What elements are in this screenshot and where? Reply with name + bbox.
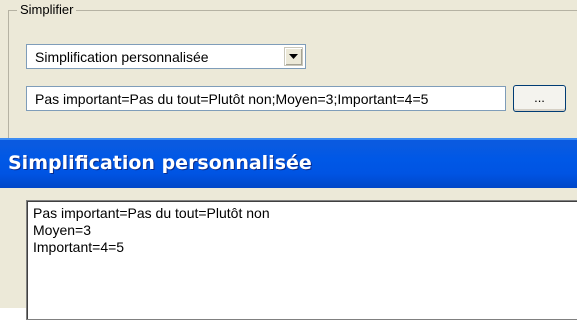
edit-button[interactable]: ... [513, 85, 566, 112]
textarea-line: Moyen=3 [33, 222, 91, 238]
chevron-down-icon [289, 54, 298, 59]
group-legend: Simplifier [17, 3, 77, 17]
dialog-body: Pas important=Pas du tout=Plutôt non Moy… [0, 188, 577, 320]
dropdown-button[interactable] [284, 47, 303, 66]
dialog-title: Simplification personnalisée [8, 152, 312, 174]
simplification-input[interactable]: Pas important=Pas du tout=Plutôt non;Moy… [26, 86, 506, 111]
select-value: Simplification personnalisée [35, 49, 209, 65]
dialog-titlebar[interactable]: Simplification personnalisée [0, 138, 577, 188]
input-value: Pas important=Pas du tout=Plutôt non;Moy… [35, 91, 429, 107]
simplifier-groupbox [8, 10, 577, 150]
textarea-line: Important=4=5 [33, 239, 125, 255]
edit-button-label: ... [534, 90, 545, 105]
simplification-select[interactable]: Simplification personnalisée [26, 44, 306, 69]
textarea-content: Pas important=Pas du tout=Plutôt non Moy… [33, 205, 270, 256]
textarea-line: Pas important=Pas du tout=Plutôt non [33, 205, 270, 221]
settings-panel: Simplifier Simplification personnalisée … [0, 0, 577, 150]
simplification-textarea[interactable]: Pas important=Pas du tout=Plutôt non Moy… [26, 200, 577, 320]
